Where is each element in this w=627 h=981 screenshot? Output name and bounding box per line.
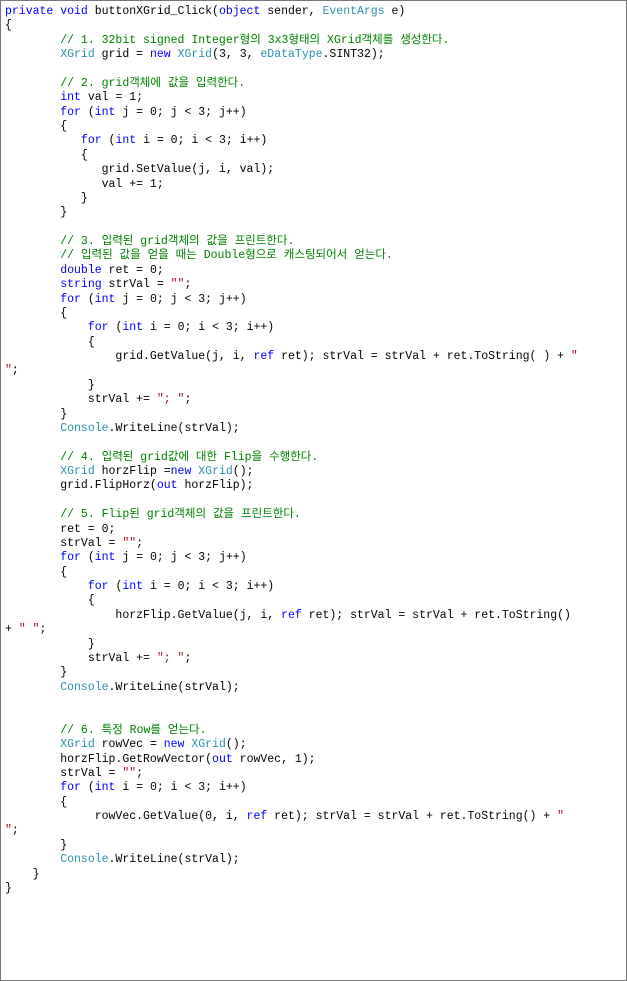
type: EventArgs [323, 5, 385, 18]
keyword: private [5, 5, 53, 18]
comment: // 6. 특정 Row를 얻는다. [5, 724, 207, 737]
comment: // 5. Flip된 grid객체의 값을 프린트한다. [5, 508, 301, 521]
comment: // 1. 32bit signed Integer형의 3x3형태의 XGri… [5, 34, 449, 47]
code-block: private void buttonXGrid_Click(object se… [0, 0, 627, 981]
keyword: object [219, 5, 260, 18]
keyword: void [60, 5, 88, 18]
comment: // 4. 입력된 grid값에 대한 Flip을 수행한다. [5, 451, 318, 464]
comment: // 2. grid객체에 값을 입력한다. [5, 77, 245, 90]
comment: // 입력된 값을 얻을 때는 Double형으로 캐스팅되어서 얻는다. [5, 249, 393, 262]
comment: // 3. 입력된 grid객체의 값을 프린트한다. [5, 235, 294, 248]
